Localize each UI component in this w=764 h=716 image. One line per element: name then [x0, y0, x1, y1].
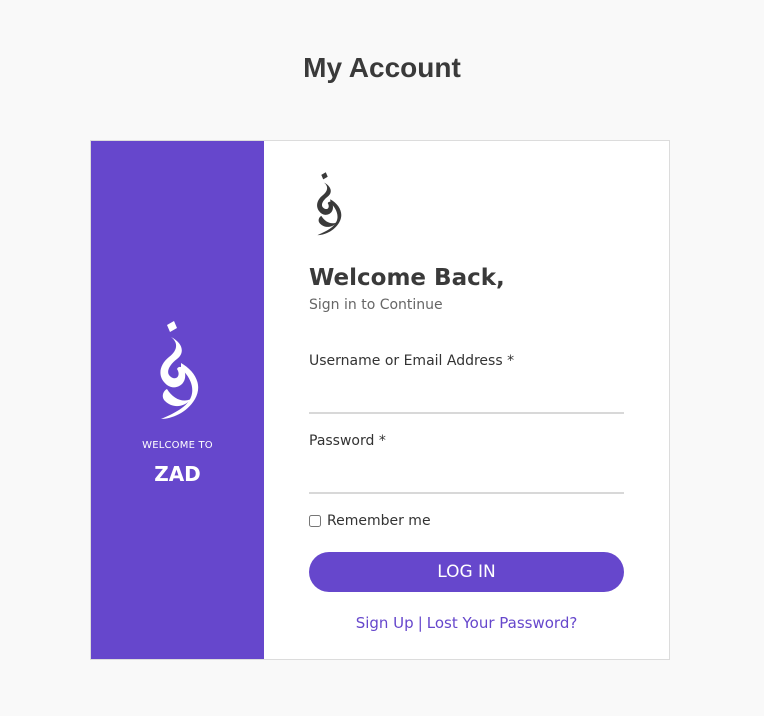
brand-name: ZAD — [154, 462, 201, 486]
username-label: Username or Email Address * — [309, 353, 515, 369]
password-input[interactable] — [309, 466, 624, 494]
welcome-to-label: WELCOME TO — [142, 440, 213, 451]
link-separator: | — [417, 614, 423, 632]
calligraphy-logo-icon — [160, 321, 199, 419]
username-input[interactable] — [309, 386, 624, 414]
account-links: Sign Up | Lost Your Password? — [309, 614, 624, 632]
login-form: Welcome Back, Sign in to Continue Userna… — [264, 141, 669, 659]
welcome-subheading: Sign in to Continue — [309, 297, 443, 313]
login-button[interactable]: LOG IN — [309, 552, 624, 592]
remember-me-row: Remember me — [309, 513, 431, 529]
page-title: My Account — [303, 52, 461, 83]
brand-panel: WELCOME TO ZAD — [91, 141, 264, 659]
password-label: Password * — [309, 433, 386, 449]
login-card: WELCOME TO ZAD Welcome Back, Sign in to … — [90, 140, 670, 660]
lost-password-link[interactable]: Lost Your Password? — [427, 614, 578, 632]
welcome-heading: Welcome Back, — [309, 265, 505, 291]
remember-me-label: Remember me — [327, 513, 431, 529]
sign-up-link[interactable]: Sign Up — [356, 614, 414, 632]
remember-me-checkbox[interactable] — [309, 515, 321, 527]
calligraphy-logo-icon — [317, 172, 342, 236]
